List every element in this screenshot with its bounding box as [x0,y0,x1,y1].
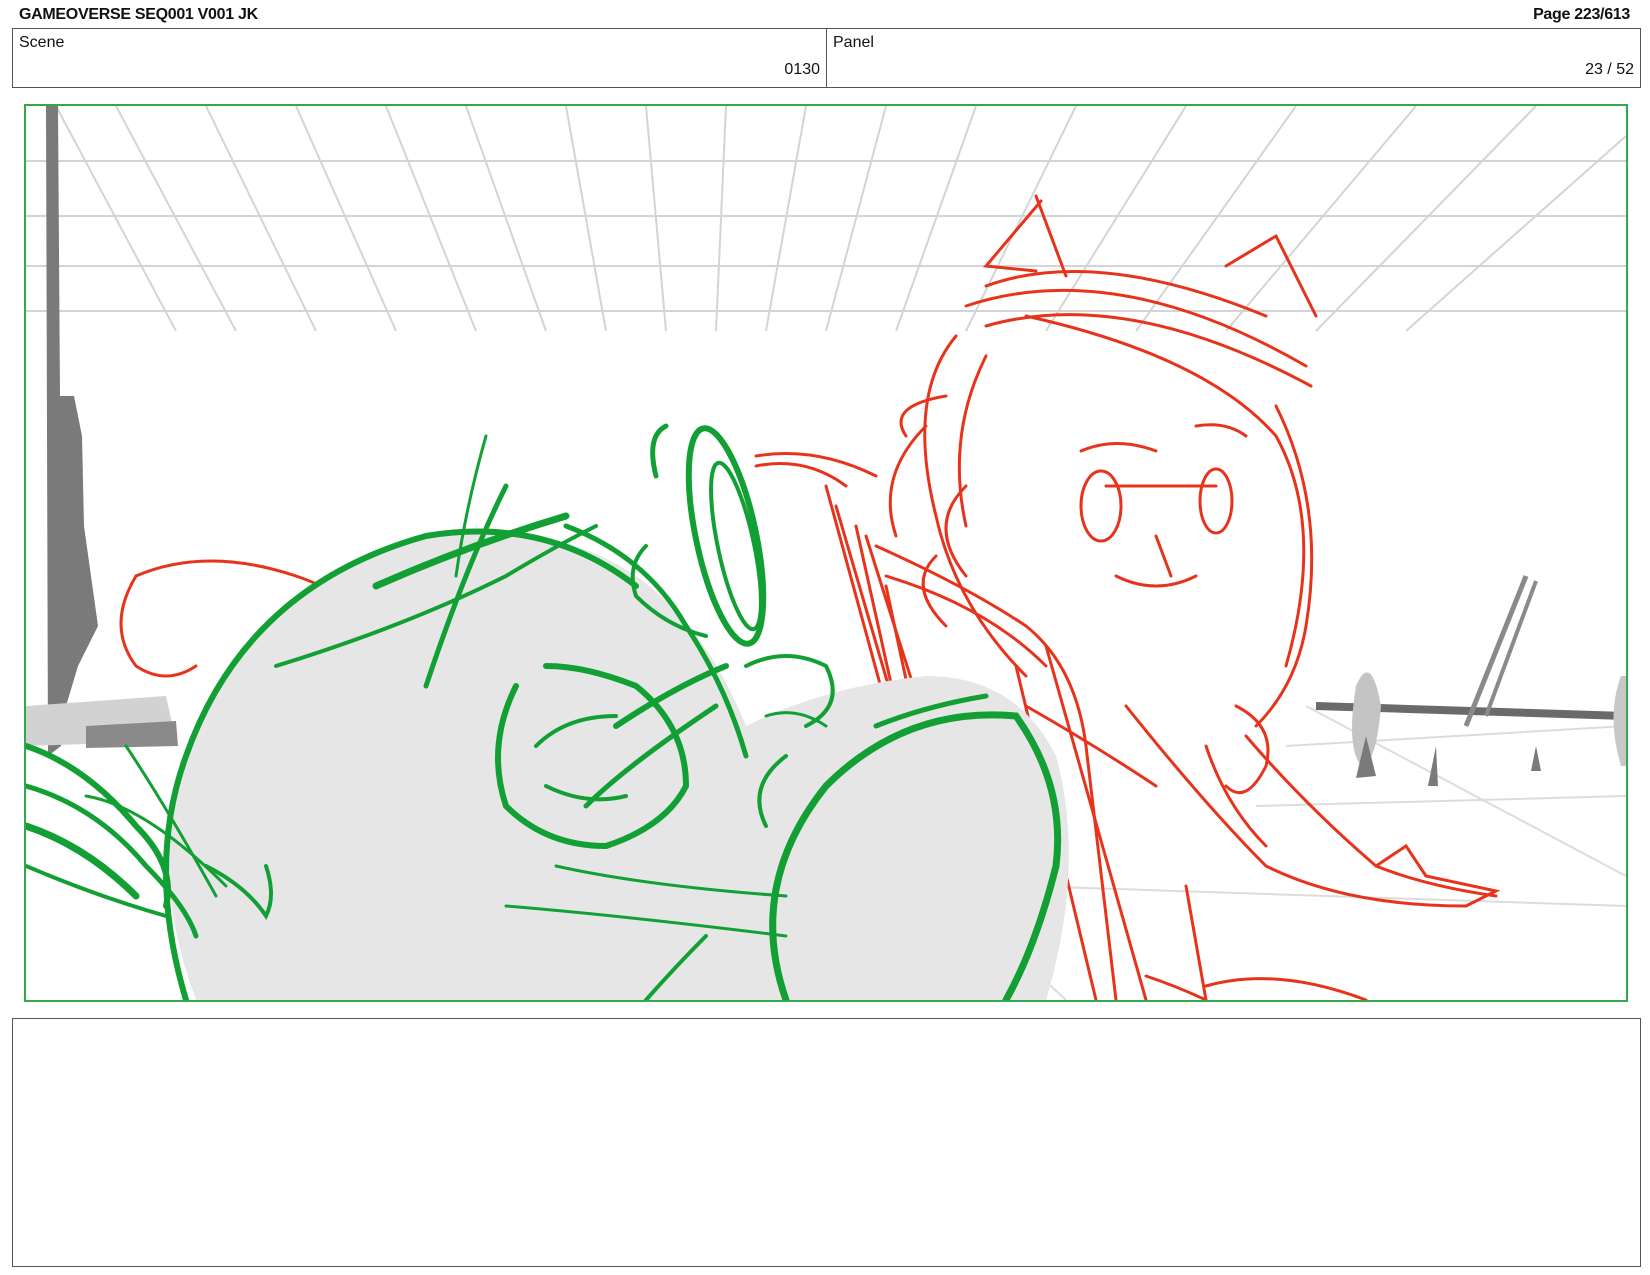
storyboard-panel [24,104,1628,1002]
scene-value: 0130 [784,61,820,78]
green-character-sketch [26,423,1069,1000]
floor-lines [985,705,1626,1000]
storyboard-sketch [26,106,1626,1000]
page-number: Page 223/613 [1533,6,1630,23]
background-objects [1315,575,1626,786]
info-bar: Scene 0130 Panel 23 / 52 [12,28,1641,88]
scene-cell: Scene 0130 [13,29,826,87]
panel-cell: Panel 23 / 52 [826,29,1640,87]
panel-value: 23 / 52 [1585,61,1634,78]
notes-box [12,1018,1641,1267]
panel-label: Panel [833,34,874,51]
doc-title: GAMEOVERSE SEQ001 V001 JK [19,6,258,23]
tree-silhouette [46,106,98,756]
scene-label: Scene [19,34,65,51]
ceiling-grid [26,106,1626,332]
character-head-fill [168,531,1069,1000]
